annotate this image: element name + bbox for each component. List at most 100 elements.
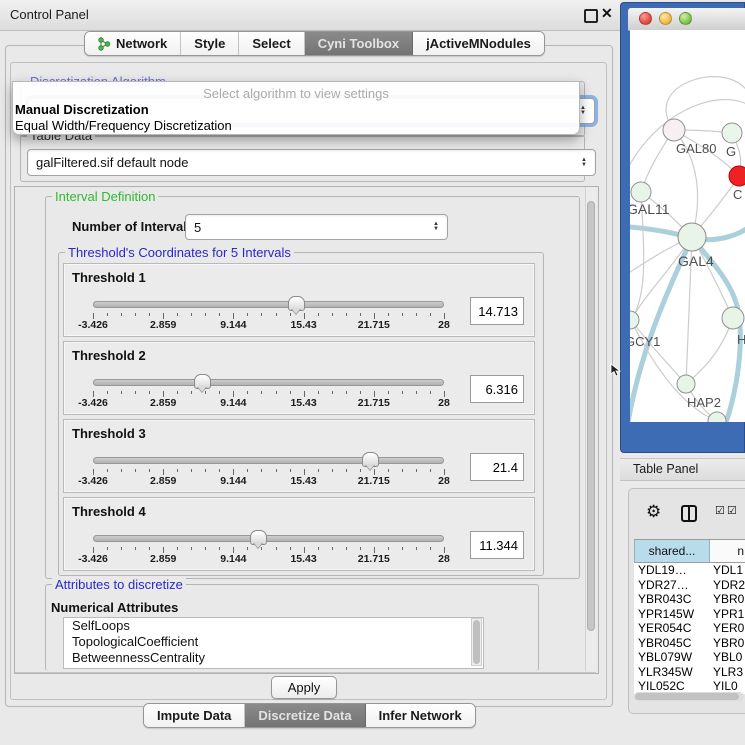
minimize-traffic-icon[interactable] — [659, 12, 672, 25]
network-node-c[interactable] — [729, 166, 745, 186]
network-canvas[interactable]: GAL80GCGAL11GAL4GCY1HHAP2 — [630, 30, 745, 422]
table-row[interactable]: YER054CYER0 — [634, 621, 745, 636]
list-item[interactable]: TopologicalCoefficient — [64, 634, 483, 650]
group-title: Interval Definition — [52, 189, 158, 204]
table-row[interactable]: YBR045CYBR0 — [634, 636, 745, 651]
cell-shared-name[interactable]: YDR27… — [634, 578, 708, 593]
dropdown-option-equal-width-frequency[interactable]: Equal Width/Frequency Discretization — [15, 118, 232, 133]
num-intervals-combobox[interactable]: 5 ▲▼ — [185, 214, 448, 240]
slider-track[interactable] — [93, 535, 444, 542]
columns-icon[interactable] — [681, 505, 697, 522]
threshold-value-field[interactable]: 11.344 — [470, 531, 524, 559]
cell-name[interactable]: YLR3 — [708, 665, 745, 680]
tab-cyni-toolbox[interactable]: Cyni Toolbox — [305, 32, 413, 55]
cell-shared-name[interactable]: YBR043C — [634, 592, 708, 607]
column-header-name[interactable]: n — [710, 540, 745, 562]
slider-track[interactable] — [93, 379, 444, 386]
network-node-gal4[interactable] — [678, 223, 706, 251]
cell-shared-name[interactable]: YER054C — [634, 621, 708, 636]
close-traffic-icon[interactable] — [639, 12, 652, 25]
table-row[interactable]: YDL19…YDL1 — [634, 563, 745, 578]
network-node-hap2[interactable] — [677, 375, 695, 393]
slider-track[interactable] — [93, 301, 444, 308]
cell-name[interactable]: YDL1 — [708, 563, 745, 578]
table-row[interactable]: YLR345WYLR3 — [634, 665, 745, 680]
network-icon — [98, 37, 111, 51]
network-node-gal11[interactable] — [631, 182, 651, 202]
threshold-3-slider[interactable] — [93, 456, 444, 466]
slider-thumb[interactable] — [288, 296, 305, 311]
cell-shared-name[interactable]: YBR045C — [634, 636, 708, 651]
select-none-checkbox-icon[interactable]: ☑ — [727, 506, 737, 517]
network-graph: GAL80GCGAL11GAL4GCY1HHAP2 — [630, 30, 745, 422]
threshold-1-slider[interactable] — [93, 300, 444, 310]
table-row[interactable]: YPR145WYPR1 — [634, 607, 745, 622]
slider-thumb[interactable] — [362, 452, 379, 467]
nodes[interactable] — [630, 119, 745, 422]
tab-select[interactable]: Select — [239, 32, 304, 55]
network-node-gal80[interactable] — [663, 119, 685, 141]
apply-button[interactable]: Apply — [271, 676, 337, 699]
table-horizontal-scrollbar[interactable] — [634, 692, 744, 701]
cell-name[interactable]: YDR2 — [708, 578, 745, 593]
threshold-4-slider[interactable] — [93, 534, 444, 544]
table-row[interactable]: YBR043CYBR0 — [634, 592, 745, 607]
cell-name[interactable]: YBL0 — [708, 650, 745, 665]
slider-thumb[interactable] — [194, 374, 211, 389]
table-data-combobox[interactable]: galFiltered.sif default node ▲▼ — [27, 149, 596, 176]
scale-label: 15.43 — [290, 319, 316, 331]
tab-discretize-data[interactable]: Discretize Data — [245, 704, 365, 727]
threshold-value-field[interactable]: 6.316 — [470, 375, 524, 403]
scrollbar-thumb[interactable] — [635, 693, 739, 700]
float-window-icon[interactable] — [584, 9, 598, 23]
cell-shared-name[interactable]: YBL079W — [634, 650, 708, 665]
scrollbar-thumb[interactable] — [473, 620, 480, 664]
tab-style[interactable]: Style — [181, 32, 239, 55]
slider-track[interactable] — [93, 457, 444, 464]
scale-label: 28 — [438, 319, 450, 331]
cell-name[interactable]: YBR0 — [708, 592, 745, 607]
cell-name[interactable]: YPR1 — [708, 607, 745, 622]
select-all-checkbox-icon[interactable]: ☑ — [715, 506, 725, 517]
network-node-h[interactable] — [722, 307, 744, 329]
table-row[interactable]: YDR27…YDR2 — [634, 578, 745, 593]
cell-name[interactable]: YBR0 — [708, 636, 745, 651]
zoom-traffic-icon[interactable] — [679, 12, 692, 25]
tab-infer-network[interactable]: Infer Network — [366, 704, 475, 727]
threshold-value-field[interactable]: 21.4 — [470, 453, 524, 481]
scale-label: 9.144 — [220, 475, 246, 487]
tab-network[interactable]: Network — [85, 32, 181, 55]
screen: Control Panel ✕ Network Style Select Cyn… — [0, 0, 745, 745]
tab-impute-data[interactable]: Impute Data — [144, 704, 245, 727]
column-header-shared-name[interactable]: shared... — [634, 540, 710, 562]
cell-name[interactable]: YER0 — [708, 621, 745, 636]
slider-scale-labels: -3.4262.8599.14415.4321.71528 — [93, 475, 444, 487]
threshold-value-field[interactable]: 14.713 — [470, 297, 524, 325]
cell-shared-name[interactable]: YLR345W — [634, 665, 708, 680]
network-node[interactable] — [708, 412, 726, 422]
network-node-g[interactable] — [722, 123, 742, 143]
tab-label: Cyni Toolbox — [318, 36, 399, 51]
node-table: shared... n YDL19…YDL1YDR27…YDR2YBR043CY… — [634, 539, 745, 694]
numerical-attributes-list[interactable]: SelfLoopsTopologicalCoefficientBetweenne… — [63, 617, 484, 669]
attributes-list-scrollbar[interactable] — [471, 618, 482, 666]
table-row[interactable]: YBL079WYBL0 — [634, 650, 745, 665]
slider-thumb[interactable] — [250, 530, 267, 545]
tab-label: Infer Network — [379, 708, 462, 723]
dropdown-option-manual-discretization[interactable]: Manual Discretization — [15, 102, 149, 117]
scrollbar-thumb[interactable] — [587, 201, 595, 631]
threshold-4-panel: Threshold 4 -3.4262.8599.14415.4321.7152… — [63, 497, 535, 571]
gear-icon[interactable]: ⚙ — [646, 503, 661, 520]
threshold-2-slider[interactable] — [93, 378, 444, 388]
vertical-scrollbar[interactable] — [585, 187, 596, 671]
cell-shared-name[interactable]: YDL19… — [634, 563, 708, 578]
control-panel-tabs: Network Style Select Cyni Toolbox jActiv… — [84, 31, 545, 56]
cell-shared-name[interactable]: YPR145W — [634, 607, 708, 622]
scale-label: 21.715 — [358, 475, 390, 487]
tab-label: Discretize Data — [258, 708, 351, 723]
list-item[interactable]: BetweennessCentrality — [64, 650, 483, 666]
list-item[interactable]: SelfLoops — [64, 618, 483, 634]
close-icon[interactable]: ✕ — [601, 5, 613, 22]
network-node-gcy1[interactable] — [630, 311, 639, 329]
tab-jactivemnodules[interactable]: jActiveMNodules — [413, 32, 544, 55]
